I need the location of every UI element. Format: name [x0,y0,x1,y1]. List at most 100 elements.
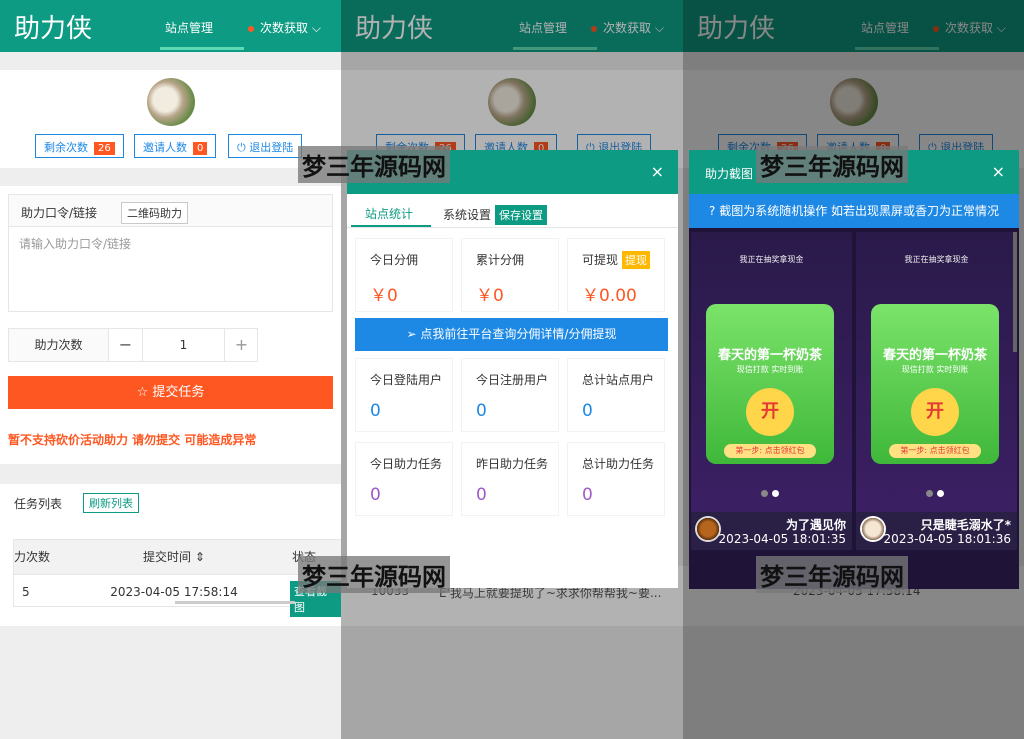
stat-yesterday-tasks: 昨日助力任务 0 [461,442,559,516]
plus-button[interactable]: + [224,329,258,361]
remaining-count-badge: 26 [94,142,115,155]
table-horizontal-scrollbar[interactable] [175,601,295,604]
count-label: 助力次数 [9,329,109,361]
refresh-list-button[interactable]: 刷新列表 [83,493,139,513]
user-name: 为了遇见你 [785,518,846,532]
shot-title: 我正在抽奖拿现金 [739,255,804,264]
tasks-grid: 今日助力任务 0 昨日助力任务 0 总计助力任务 0 [355,442,673,516]
stat-value: ￥0 [476,286,504,306]
nav-site-management[interactable]: 站点管理 [165,19,213,36]
shot-time: 2023-04-05 18:01:36 [883,532,1011,546]
stat-label: 今日登陆用户 [370,373,443,387]
shot-headline: 春天的第一杯奶茶 [882,348,987,363]
count-input[interactable]: 1 [143,329,224,361]
carousel-dots [761,486,791,497]
logout-label: 退出登陆 [249,141,294,154]
tab-active-indicator [351,225,431,227]
stat-value: 0 [370,485,381,505]
shot-sub: 现信打款 实时到账 [736,365,804,374]
count-stepper: 助力次数 − 1 + [8,328,258,362]
close-icon[interactable]: × [992,162,1005,181]
qr-help-button[interactable]: 二维码助力 [121,202,188,224]
shot-sub: 现信打款 实时到账 [901,365,969,374]
code-textarea[interactable]: 请输入助力口令/链接 [8,226,333,312]
task-list-title: 任务列表 [14,497,63,511]
stat-label: 总计站点用户 [582,373,655,387]
stat-value: ￥0.00 [582,286,637,306]
code-label: 助力口令/链接 [21,206,98,220]
stat-total-commission: 累计分佣 ￥0 [461,238,559,312]
screenshot-image-2[interactable]: 我正在抽奖拿现金 春天的第一杯奶茶 现信打款 实时到账 开 第一步: 点击领红包 [856,232,1017,512]
carousel-dot[interactable] [926,490,933,497]
user-name: 只是睫毛溺水了* [920,518,1011,532]
stat-total-users: 总计站点用户 0 [567,358,665,432]
watermark: 梦三年源码网 [298,146,450,183]
stat-label: 总计助力任务 [582,457,655,471]
screenshot-image-1[interactable]: 我正在抽奖拿现金 春天的第一杯奶茶 现信打款 实时到账 开 第一步: 点击领红包 [691,232,852,512]
withdraw-button[interactable]: 提现 [622,251,651,269]
question-icon: ? [708,204,716,218]
shot-open-coin: 开 [911,388,959,436]
invites-button[interactable]: 邀请人数 0 [134,134,217,158]
remaining-count-button[interactable]: 剩余次数 26 [35,134,124,158]
tab-site-stats[interactable]: 站点统计 [365,205,413,222]
carousel-dot[interactable] [761,490,768,497]
tab-system-settings[interactable]: 系统设置 保存设置 [443,205,548,225]
stat-value: ￥0 [370,286,398,306]
star-icon: ☆ [136,385,149,400]
table-cell-count: 5 [14,574,84,608]
save-settings-button[interactable]: 保存设置 [495,205,548,225]
commission-grid: 今日分佣 ￥0 累计分佣 ￥0 可提现 提现 ￥0.00 [355,238,673,312]
stat-value: 0 [476,485,487,505]
notification-dot [248,25,254,32]
sort-icon: ⇕ [194,550,205,564]
watermark: 梦三年源码网 [756,146,908,183]
screenshot-notice-label: 截图为系统随机操作 如若出现黑屏或香刀为正常情况 [719,204,1000,218]
screenshot-modal-title: 助力截图 [705,167,754,181]
submit-task-label: 提交任务 [152,385,205,400]
stat-value: 0 [370,401,381,421]
stat-today-register: 今日注册用户 0 [461,358,559,432]
modal-scrollbar[interactable] [1013,232,1017,352]
stat-withdrawable: 可提现 提现 ￥0.00 [567,238,665,312]
shot-step: 第一步: 点击领红包 [889,444,981,458]
minus-button[interactable]: − [109,329,143,361]
nav-count-label: 次数获取 [260,21,309,35]
submit-task-button[interactable]: ☆ 提交任务 [8,376,333,409]
column-header-time[interactable]: 提交时间 ⇕ [84,540,264,574]
tab-system-settings-label: 系统设置 [443,208,492,222]
shot-promo-card: 春天的第一杯奶茶 现信打款 实时到账 开 第一步: 点击领红包 [706,304,834,464]
stat-label: 可提现 [582,253,619,267]
carousel-dot-active[interactable] [937,490,944,497]
shot-step: 第一步: 点击领红包 [724,444,816,458]
shot-time: 2023-04-05 18:01:35 [718,532,846,546]
users-grid: 今日登陆用户 0 今日注册用户 0 总计站点用户 0 [355,358,673,432]
close-icon[interactable]: × [651,162,664,181]
platform-link-button[interactable]: ➢ 点我前往平台查询分佣详情/分佣提现 [355,318,668,351]
warning-text: 暂不支持砍价活动助力 请勿提交 可能造成异常 [8,433,257,447]
user-avatar [695,516,721,542]
stat-total-tasks: 总计助力任务 0 [567,442,665,516]
power-icon: ⏻ [237,141,246,154]
screenshot-root: 助力侠 站点管理 次数获取 ⌵ 剩余次数 26 邀请人数 0 ⏻ 退出登陆 助力口令… [0,0,1024,739]
task-list-card: 任务列表 刷新列表 力次数 提交时间 ⇕ 状态 5 2023-04-05 17:… [0,484,341,626]
carousel-dot-active[interactable] [772,490,779,497]
column-header-time-label: 提交时间 [143,550,192,564]
stat-today-tasks: 今日助力任务 0 [355,442,453,516]
platform-link-label: 点我前往平台查询分佣详情/分佣提现 [420,327,617,341]
shot-open-coin: 开 [746,388,794,436]
user-avatar [860,516,886,542]
send-icon: ➢ [406,327,417,341]
panel-stats: 助力侠 站点管理 次数获取 ⌵ 剩余次数26 邀请人数0 ⏻ 退出登陆 1003… [341,0,683,739]
invites-label: 邀请人数 [143,141,187,154]
brand-logo[interactable]: 助力侠 [14,8,92,45]
nav-count-dropdown[interactable]: 次数获取 ⌵ [248,19,321,36]
stat-value: 0 [582,485,593,505]
carousel-dots [926,486,956,497]
logout-button[interactable]: ⏻ 退出登陆 [228,134,303,158]
stat-label-withdrawable: 可提现 提现 [582,251,651,269]
column-header-count: 力次数 [14,540,84,574]
shot-headline: 春天的第一杯奶茶 [717,348,822,363]
shot-title: 我正在抽奖拿现金 [904,255,969,264]
stat-value: 0 [582,401,593,421]
